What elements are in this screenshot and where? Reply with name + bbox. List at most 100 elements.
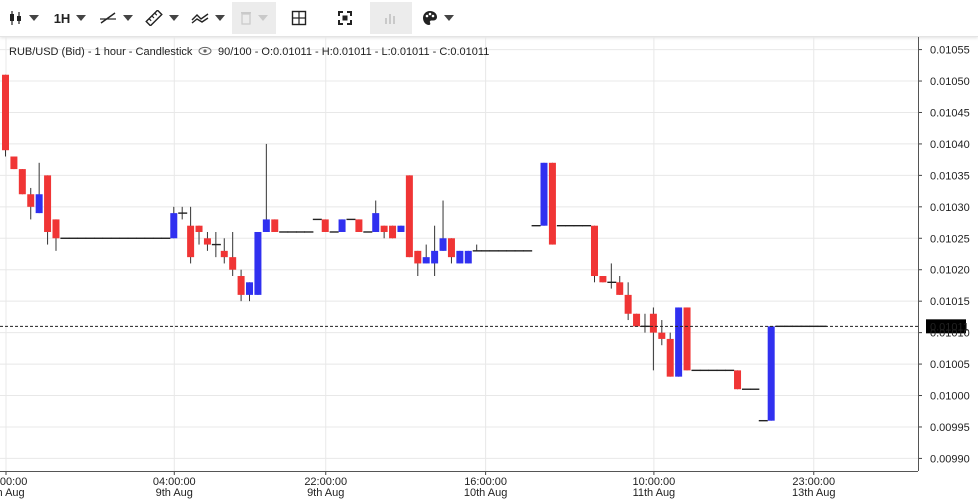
candle[interactable] xyxy=(447,238,455,264)
candle[interactable] xyxy=(262,143,270,232)
candle-body xyxy=(540,162,548,226)
candle[interactable] xyxy=(548,162,556,245)
candle-body xyxy=(203,238,211,245)
candle[interactable] xyxy=(456,250,464,264)
candle-body xyxy=(414,250,422,264)
candlestick-series xyxy=(2,74,827,422)
fullscreen-button[interactable] xyxy=(332,4,358,32)
candle-body xyxy=(195,225,203,232)
candle[interactable] xyxy=(44,175,52,245)
candle[interactable] xyxy=(389,225,397,239)
candle-body xyxy=(734,370,742,390)
timeframe-dropdown[interactable]: 1H xyxy=(52,4,88,32)
chevron-down-icon xyxy=(29,15,39,21)
x-tick-date-label: 9th Aug xyxy=(156,487,193,499)
candle[interactable] xyxy=(640,313,650,333)
candle[interactable] xyxy=(203,231,211,251)
candle[interactable] xyxy=(633,313,641,327)
price-chart[interactable]: 0.01011 0.010550.010500.010450.010400.01… xyxy=(0,37,978,499)
candle-body xyxy=(254,231,262,295)
candle[interactable] xyxy=(178,206,188,220)
y-tick-label: 0.01045 xyxy=(930,107,970,119)
crosshair-toggle[interactable] xyxy=(286,4,312,32)
candle[interactable] xyxy=(590,225,598,283)
candle-body xyxy=(27,194,35,207)
candle[interactable] xyxy=(254,231,262,295)
candle-body xyxy=(431,250,439,264)
candle[interactable] xyxy=(464,250,472,264)
candle[interactable] xyxy=(195,225,203,245)
candle[interactable] xyxy=(616,276,624,295)
delete-drawing-button[interactable] xyxy=(232,2,276,34)
timeframe-label: 1H xyxy=(53,10,71,26)
candle[interactable] xyxy=(624,282,632,321)
candle-body xyxy=(237,276,245,295)
x-tick-date-label: 11th Aug xyxy=(633,487,676,499)
candle[interactable] xyxy=(321,219,329,232)
candle[interactable] xyxy=(35,162,43,214)
candle[interactable] xyxy=(439,200,447,251)
y-tick-label: 0.01040 xyxy=(930,139,970,151)
candle-body xyxy=(456,250,464,264)
candle-body xyxy=(52,219,60,239)
candle-body xyxy=(229,257,237,270)
candle[interactable] xyxy=(540,162,548,226)
candle[interactable] xyxy=(27,187,35,220)
candle[interactable] xyxy=(10,156,18,170)
candle[interactable] xyxy=(414,250,422,277)
candle[interactable] xyxy=(431,225,439,277)
candle-body xyxy=(170,213,178,239)
candle[interactable] xyxy=(187,206,195,264)
candle[interactable] xyxy=(271,219,279,232)
candle-body xyxy=(220,250,228,258)
candle[interactable] xyxy=(472,244,482,252)
candle[interactable] xyxy=(607,263,617,289)
candle[interactable] xyxy=(405,175,413,258)
candle[interactable] xyxy=(220,238,228,264)
draw-line-tool[interactable] xyxy=(98,4,134,32)
candle[interactable] xyxy=(658,320,666,346)
candle-body xyxy=(439,238,447,251)
trash-icon xyxy=(241,12,251,25)
y-tick-label: 0.01000 xyxy=(930,391,970,403)
candle-body xyxy=(599,276,607,283)
ruler-tool[interactable] xyxy=(144,4,180,32)
candle[interactable] xyxy=(52,219,60,251)
y-tick-label: 0.01020 xyxy=(930,265,970,277)
chevron-down-icon xyxy=(76,15,87,21)
y-tick-label: 0.01015 xyxy=(930,296,970,308)
ruler-icon xyxy=(145,10,163,26)
candle[interactable] xyxy=(355,219,363,232)
candle-body xyxy=(616,282,624,295)
candle[interactable] xyxy=(734,370,742,390)
candle[interactable] xyxy=(767,326,775,421)
fullscreen-icon xyxy=(338,11,352,25)
candle[interactable] xyxy=(666,332,674,377)
volume-toggle[interactable] xyxy=(370,2,412,34)
candle-body xyxy=(246,282,254,295)
candle[interactable] xyxy=(683,307,691,371)
candle[interactable] xyxy=(211,231,221,258)
chevron-down-icon xyxy=(123,15,133,21)
candle[interactable] xyxy=(397,225,405,232)
candle[interactable] xyxy=(380,225,388,239)
candle[interactable] xyxy=(246,282,254,302)
candle[interactable] xyxy=(170,206,178,239)
candle[interactable] xyxy=(338,219,346,232)
candle[interactable] xyxy=(422,244,430,264)
theme-selector[interactable] xyxy=(420,4,456,32)
chevron-down-icon xyxy=(169,15,179,21)
candle[interactable] xyxy=(649,307,657,371)
eye-icon[interactable] xyxy=(198,46,212,56)
candle[interactable] xyxy=(2,74,9,157)
candle[interactable] xyxy=(372,200,380,232)
candle[interactable] xyxy=(599,276,607,283)
candle[interactable] xyxy=(237,269,245,302)
candle[interactable] xyxy=(675,307,683,377)
candle[interactable] xyxy=(18,169,26,195)
candle-body xyxy=(422,257,430,264)
indicator-tool[interactable] xyxy=(190,4,226,32)
candle-body xyxy=(649,313,657,333)
candle-body xyxy=(262,219,270,232)
chart-type-selector[interactable] xyxy=(6,4,42,32)
